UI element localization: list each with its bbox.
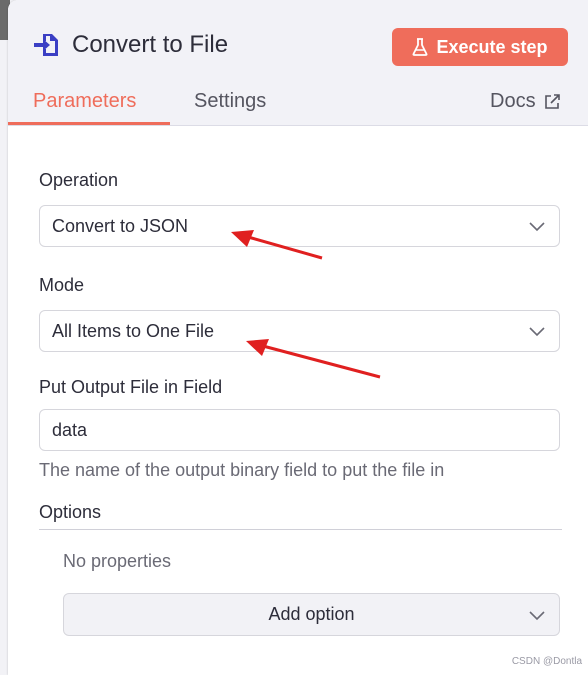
output-field-label: Put Output File in Field (39, 377, 223, 397)
tab-settings[interactable]: Settings (194, 90, 266, 113)
options-divider (39, 529, 562, 530)
file-arrow-icon (34, 34, 58, 56)
no-properties-text: No properties (63, 551, 172, 571)
chevron-down-icon (529, 327, 545, 337)
mode-select[interactable]: All Items to One File (39, 310, 560, 352)
operation-label: Operation (39, 170, 119, 190)
add-option-label: Add option (268, 604, 355, 624)
panel-header: Convert to File Execute step Parameters … (8, 0, 588, 126)
mode-label: Mode (39, 275, 85, 295)
chevron-down-icon (529, 611, 545, 621)
operation-value: Convert to JSON (52, 215, 189, 236)
chevron-down-icon (529, 222, 545, 232)
flask-icon (412, 38, 428, 56)
execute-step-button[interactable]: Execute step (392, 28, 568, 66)
node-parameters-panel: Convert to File Execute step Parameters … (8, 0, 588, 675)
execute-step-label: Execute step (436, 36, 548, 57)
output-field-value: data (52, 419, 88, 440)
active-tab-indicator (8, 122, 170, 125)
tab-parameters[interactable]: Parameters (33, 90, 136, 113)
external-link-icon (544, 93, 560, 109)
node-title: Convert to File (72, 31, 229, 58)
add-option-button[interactable]: Add option (63, 593, 560, 636)
tab-docs[interactable]: Docs (490, 90, 560, 113)
tab-docs-label: Docs (490, 90, 536, 112)
watermark: CSDN @Dontla (511, 656, 582, 667)
operation-select[interactable]: Convert to JSON (39, 205, 560, 247)
options-label: Options (39, 502, 102, 522)
mode-value: All Items to One File (52, 320, 215, 341)
output-field-input[interactable]: data (39, 409, 560, 451)
output-field-hint: The name of the output binary field to p… (39, 460, 445, 480)
